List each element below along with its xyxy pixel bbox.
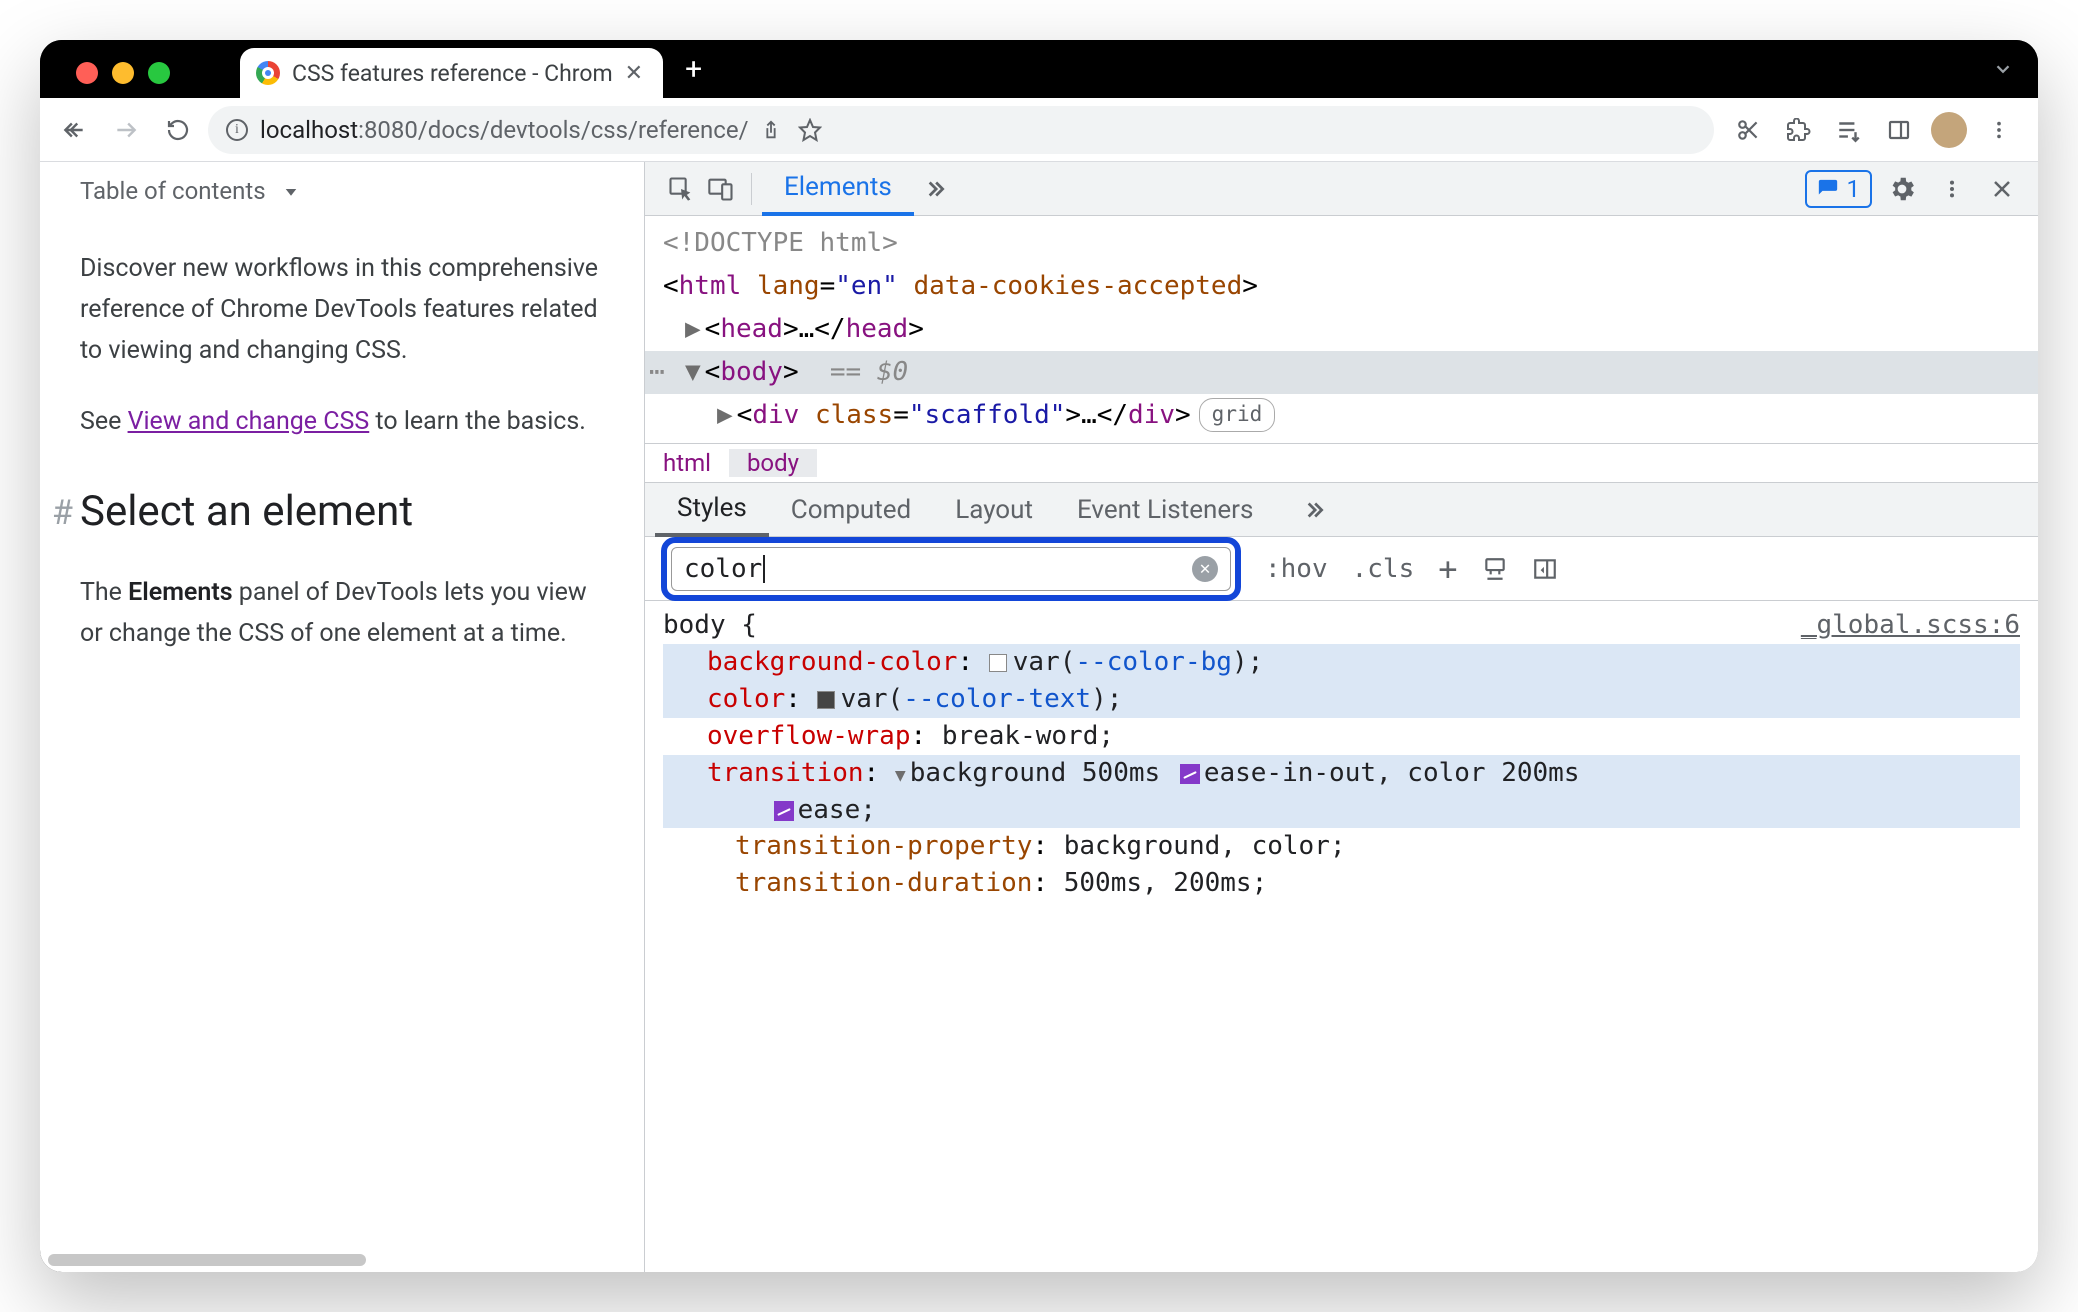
maximize-window-button[interactable] (148, 62, 170, 84)
tab-title: CSS features reference - Chrom (292, 60, 613, 87)
crumb-html[interactable]: html (645, 449, 729, 477)
tab-styles[interactable]: Styles (655, 483, 769, 537)
minimize-window-button[interactable] (112, 62, 134, 84)
toc-toggle[interactable]: Table of contents (80, 172, 604, 212)
prop-transition-duration[interactable]: transition-duration: 500ms, 200ms; (663, 865, 2020, 902)
url-path: /docs/devtools/css/reference/ (418, 116, 749, 144)
devtools-toolbar: Elements 1 (645, 162, 2038, 216)
prop-background-color[interactable]: background-color: var(--color-bg); (663, 644, 2020, 681)
site-info-icon[interactable]: i (226, 119, 248, 141)
browser-window: CSS features reference - Chrom ✕ + i loc… (40, 40, 2038, 1272)
browser-menu-button[interactable] (1978, 109, 2020, 151)
issues-button[interactable]: 1 (1805, 170, 1873, 208)
back-button[interactable] (52, 108, 96, 152)
profile-avatar[interactable] (1928, 109, 1970, 151)
issues-count: 1 (1847, 175, 1861, 203)
share-button[interactable] (760, 119, 782, 141)
address-bar[interactable]: i localhost:8080/docs/devtools/css/refer… (208, 106, 1714, 154)
more-tabs-button[interactable] (914, 169, 954, 209)
clear-filter-button[interactable]: ✕ (1192, 556, 1218, 582)
devtools-panel: Elements 1 <!DOCTYPE html> <html lang="e… (644, 162, 2038, 1272)
url-host: localhost (260, 116, 358, 144)
issues-icon (1817, 178, 1839, 200)
filter-highlight: color ✕ (661, 537, 1241, 601)
select-element-heading: Select an element (80, 477, 604, 546)
devtools-menu-button[interactable] (1932, 169, 1972, 209)
chevron-down-icon (282, 183, 300, 201)
close-window-button[interactable] (76, 62, 98, 84)
more-subtabs-button[interactable] (1293, 490, 1333, 530)
forward-button[interactable] (104, 108, 148, 152)
device-toolbar-button[interactable] (701, 169, 741, 209)
reload-button[interactable] (156, 108, 200, 152)
intro-paragraph: Discover new workflows in this comprehen… (80, 248, 604, 372)
dom-tree[interactable]: <!DOCTYPE html> <html lang="en" data-coo… (645, 216, 2038, 443)
prop-transition-property[interactable]: transition-property: background, color; (663, 828, 2020, 865)
toc-label: Table of contents (80, 172, 266, 212)
tab-event-listeners[interactable]: Event Listeners (1055, 483, 1275, 537)
content-area: Table of contents Discover new workflows… (40, 162, 2038, 1272)
extensions-icon[interactable] (1778, 109, 1820, 151)
tab-strip: CSS features reference - Chrom ✕ + (40, 40, 2038, 98)
tab-elements[interactable]: Elements (762, 162, 914, 216)
filter-value: color (684, 554, 762, 584)
new-style-rule-button[interactable]: + (1438, 550, 1457, 588)
element-classes-button[interactable]: .cls (1352, 554, 1415, 584)
prop-overflow-wrap[interactable]: overflow-wrap: break-word; (663, 718, 2020, 755)
computed-panel-button[interactable] (1532, 556, 1558, 582)
view-change-css-link[interactable]: View and change CSS (128, 407, 370, 436)
color-swatch-icon[interactable] (989, 654, 1007, 672)
collapse-body-icon[interactable]: ▼ (685, 353, 701, 392)
toolbar-actions (1722, 109, 2026, 151)
tabs-dropdown-button[interactable] (1992, 58, 2014, 80)
close-devtools-button[interactable] (1982, 169, 2022, 209)
copy-styles-button[interactable] (1482, 556, 1508, 582)
hover-states-button[interactable]: :hov (1265, 554, 1328, 584)
easing-editor-icon[interactable] (1180, 764, 1200, 784)
expand-div-icon[interactable]: ▶ (717, 396, 733, 435)
css-selector: body { (663, 607, 757, 644)
url-port: :8080 (358, 116, 418, 144)
bookmark-button[interactable] (798, 118, 822, 142)
doctype: <!DOCTYPE html> (663, 228, 898, 258)
toolbar: i localhost:8080/docs/devtools/css/refer… (40, 98, 2038, 162)
see-also-paragraph: See View and change CSS to learn the bas… (80, 401, 604, 442)
side-panel-icon[interactable] (1878, 109, 1920, 151)
styles-filter-input[interactable]: color ✕ (671, 547, 1231, 591)
tab-computed[interactable]: Computed (769, 483, 933, 537)
new-tab-button[interactable]: + (663, 42, 724, 97)
styles-subtabs: Styles Computed Layout Event Listeners (645, 483, 2038, 537)
tab-layout[interactable]: Layout (933, 483, 1055, 537)
grid-badge[interactable]: grid (1199, 398, 1276, 432)
scissors-icon[interactable] (1728, 109, 1770, 151)
styles-filter-row: color ✕ :hov .cls + (645, 537, 2038, 601)
window-controls (76, 62, 170, 84)
source-link[interactable]: _global.scss:6 (1801, 607, 2020, 644)
color-swatch-icon[interactable] (817, 691, 835, 709)
prop-transition[interactable]: transition: ▼background 500ms ease-in-ou… (663, 755, 2020, 829)
prop-color[interactable]: color: var(--color-text); (663, 681, 2020, 718)
tab-active[interactable]: CSS features reference - Chrom ✕ (240, 48, 663, 98)
easing-editor-icon[interactable] (774, 801, 794, 821)
inspect-element-button[interactable] (661, 169, 701, 209)
chrome-favicon-icon (256, 61, 280, 85)
reading-list-icon[interactable] (1828, 109, 1870, 151)
rendered-page: Table of contents Discover new workflows… (40, 162, 644, 1272)
close-tab-button[interactable]: ✕ (625, 61, 643, 86)
crumb-body[interactable]: body (729, 449, 817, 477)
horizontal-scrollbar[interactable] (48, 1254, 366, 1266)
expand-head-icon[interactable]: ▶ (685, 310, 701, 349)
styles-pane[interactable]: body { _global.scss:6 background-color: … (645, 601, 2038, 1272)
settings-button[interactable] (1882, 169, 1922, 209)
elements-paragraph: The Elements panel of DevTools lets you … (80, 572, 604, 655)
selected-element-body[interactable]: ⋯▼<body> == $0 (645, 351, 2038, 394)
breadcrumb: html body (645, 443, 2038, 483)
